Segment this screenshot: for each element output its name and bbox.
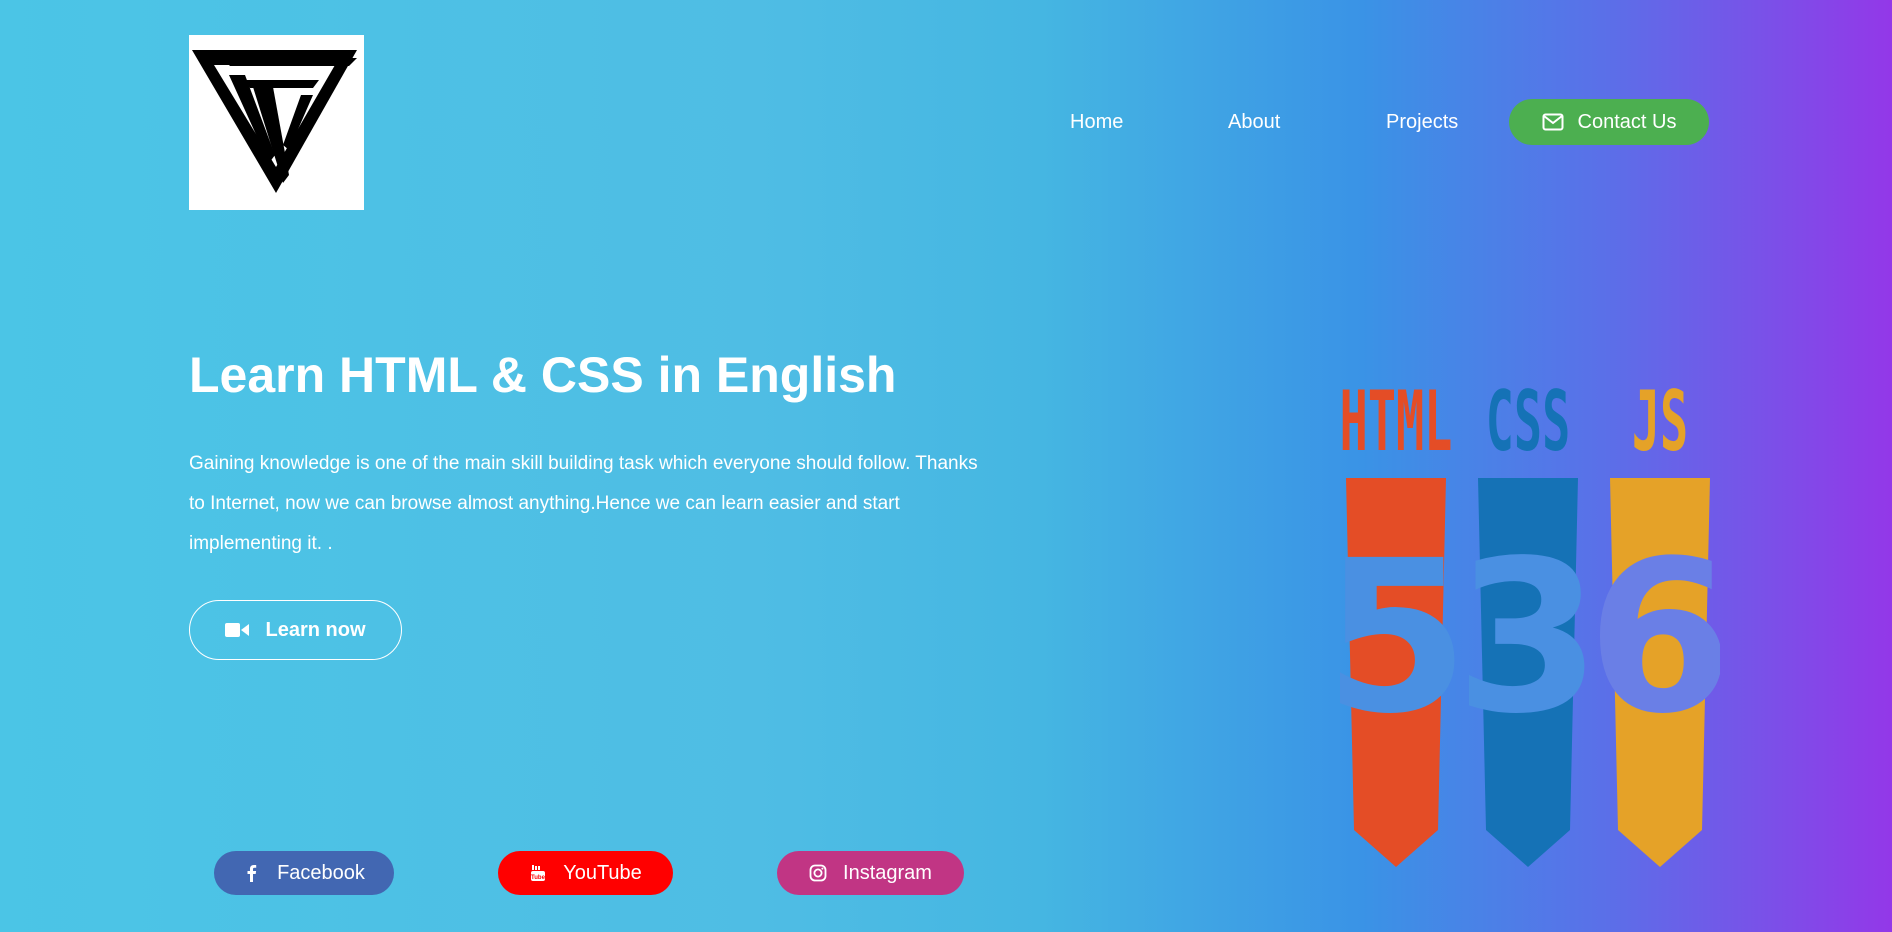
js-version-number: 6 [1587,515,1720,760]
js-label: JS [1632,380,1688,470]
nav-home-link[interactable]: Home [1070,99,1123,145]
hero-title: Learn HTML & CSS in English [189,347,897,403]
site-logo[interactable] [189,35,364,210]
contact-us-button[interactable]: Contact Us [1509,99,1709,145]
facebook-button[interactable]: Facebook [214,851,394,895]
hero-description: Gaining knowledge is one of the main ski… [189,453,978,554]
js6-badge: JS 6 [1587,380,1720,867]
logo-mark-icon [192,50,357,193]
css3-badge: CSS 3 [1455,380,1601,867]
instagram-icon [809,864,827,882]
learn-now-button[interactable]: Learn now [189,600,402,660]
video-camera-icon [225,623,250,637]
envelope-icon [1542,113,1564,131]
instagram-label: Instagram [843,861,932,884]
contact-us-label: Contact Us [1577,110,1677,133]
nav-about-link[interactable]: About [1228,99,1280,145]
youtube-icon: Tube [531,865,546,881]
instagram-button[interactable]: Instagram [777,851,964,895]
learn-now-label: Learn now [265,618,366,641]
css-version-number: 3 [1455,515,1601,760]
css-label: CSS [1486,380,1571,470]
youtube-label: YouTube [563,861,642,884]
html5-badge: HTML 5 [1340,380,1469,867]
html-label: HTML [1340,380,1452,470]
nav-projects-link[interactable]: Projects [1386,99,1458,145]
youtube-button[interactable]: Tube YouTube [498,851,673,895]
tech-badges-illustration: HTML 5 CSS 3 JS 6 [1340,380,1720,870]
svg-text:Tube: Tube [531,875,546,881]
facebook-icon [247,865,257,882]
html-version-number: 5 [1340,515,1469,760]
facebook-label: Facebook [277,861,365,884]
main-navigation: Home About Projects Contact Us [1050,99,1710,145]
